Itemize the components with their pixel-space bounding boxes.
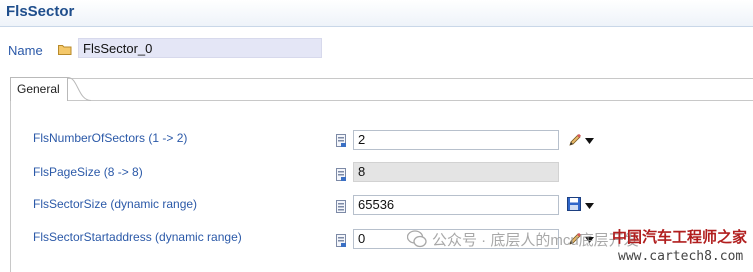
parameter-icon	[336, 134, 346, 147]
wechat-watermark: 公众号 · 底层人的mcu底层开发	[432, 232, 639, 249]
parameter-icon	[336, 234, 346, 247]
tab-general[interactable]: General	[10, 77, 68, 101]
wechat-icon	[407, 230, 427, 248]
param-label-sector-start-address: FlsSectorStartaddress (dynamic range)	[33, 230, 242, 244]
parameter-icon	[336, 168, 346, 181]
param-field-page-size: 8	[353, 162, 559, 182]
chevron-down-icon[interactable]	[585, 138, 594, 144]
param-field-number-of-sectors[interactable]: 2	[353, 130, 559, 150]
param-label-page-size: FlsPageSize (8 -> 8)	[33, 165, 143, 179]
folder-icon	[58, 45, 72, 55]
name-label: Name	[8, 43, 43, 58]
param-field-sector-size[interactable]: 65536	[353, 195, 559, 215]
site-watermark-name: 中国汽车工程师之家	[612, 228, 748, 246]
tab-edge-decoration	[67, 77, 92, 101]
save-disk-icon[interactable]	[567, 197, 581, 211]
tab-strip-divider	[68, 100, 753, 101]
param-label-sector-size: FlsSectorSize (dynamic range)	[33, 197, 198, 211]
param-label-number-of-sectors: FlsNumberOfSectors (1 -> 2)	[33, 131, 188, 145]
header-divider	[0, 26, 753, 27]
editor-header: FlsSector	[0, 0, 753, 26]
name-field[interactable]: FlsSector_0	[78, 38, 322, 58]
chevron-down-icon[interactable]	[585, 203, 594, 209]
parameter-icon	[336, 200, 346, 213]
editor-title: FlsSector	[6, 3, 75, 20]
pencil-icon[interactable]	[567, 132, 583, 148]
site-watermark-url: www.cartech8.com	[618, 249, 744, 264]
